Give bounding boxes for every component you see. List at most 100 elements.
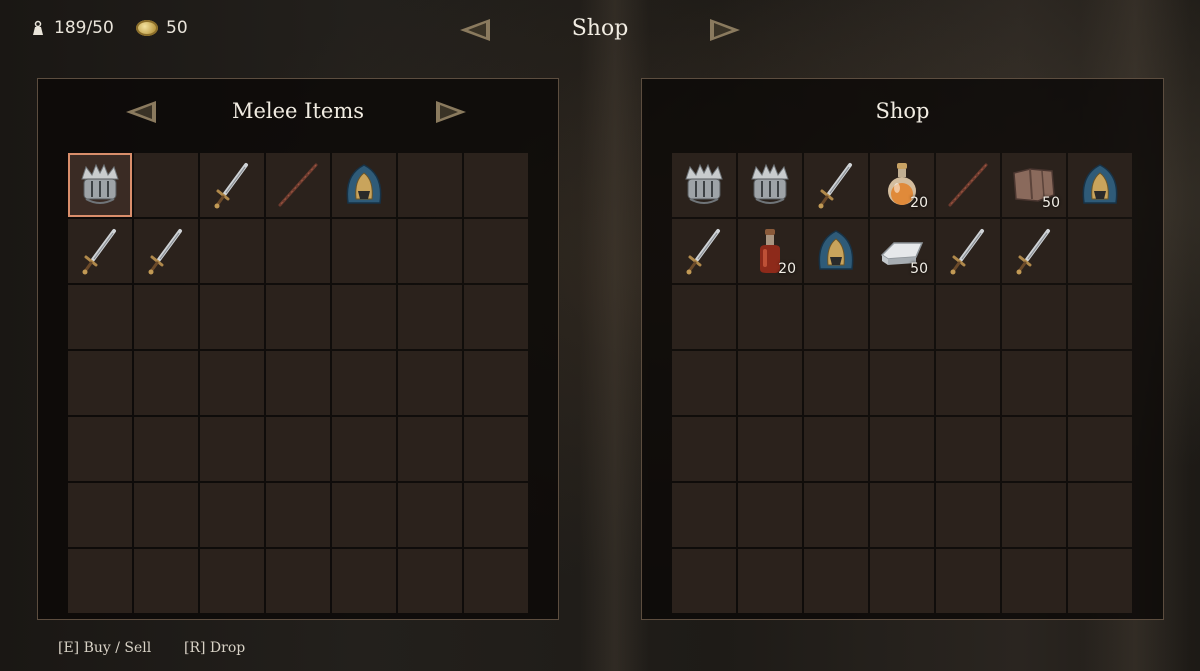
inventory-slot[interactable] bbox=[398, 483, 462, 547]
inventory-slot[interactable] bbox=[464, 351, 528, 415]
shop-slot[interactable] bbox=[1068, 153, 1132, 217]
inventory-slot[interactable] bbox=[464, 219, 528, 283]
shop-slot[interactable] bbox=[1068, 483, 1132, 547]
inventory-slot[interactable] bbox=[68, 219, 132, 283]
inventory-slot[interactable] bbox=[332, 219, 396, 283]
inventory-slot[interactable] bbox=[464, 417, 528, 481]
shop-slot[interactable] bbox=[672, 219, 736, 283]
inventory-slot[interactable] bbox=[200, 153, 264, 217]
shop-slot[interactable] bbox=[870, 285, 934, 349]
shop-slot[interactable] bbox=[738, 549, 802, 613]
inventory-slot[interactable] bbox=[266, 153, 330, 217]
inventory-slot[interactable] bbox=[68, 153, 132, 217]
inventory-slot[interactable] bbox=[200, 417, 264, 481]
inventory-slot[interactable] bbox=[398, 285, 462, 349]
shop-slot[interactable] bbox=[870, 483, 934, 547]
shop-slot[interactable] bbox=[738, 285, 802, 349]
inventory-slot[interactable] bbox=[200, 219, 264, 283]
shop-slot[interactable] bbox=[672, 417, 736, 481]
shop-slot[interactable] bbox=[936, 351, 1000, 415]
inventory-slot[interactable] bbox=[332, 285, 396, 349]
inventory-slot[interactable] bbox=[68, 549, 132, 613]
shop-slot[interactable]: 20 bbox=[738, 219, 802, 283]
inventory-slot[interactable] bbox=[332, 153, 396, 217]
inventory-slot[interactable] bbox=[332, 351, 396, 415]
shop-slot[interactable]: 20 bbox=[870, 153, 934, 217]
shop-slot[interactable] bbox=[1002, 417, 1066, 481]
inventory-slot[interactable] bbox=[332, 417, 396, 481]
inventory-slot[interactable] bbox=[68, 483, 132, 547]
inventory-slot[interactable] bbox=[398, 549, 462, 613]
shop-slot[interactable] bbox=[1002, 219, 1066, 283]
shop-slot[interactable] bbox=[672, 483, 736, 547]
inventory-slot[interactable] bbox=[68, 285, 132, 349]
shop-slot[interactable] bbox=[1068, 417, 1132, 481]
inventory-slot[interactable] bbox=[464, 549, 528, 613]
shop-slot[interactable] bbox=[804, 483, 868, 547]
inventory-slot[interactable] bbox=[332, 549, 396, 613]
inventory-slot[interactable] bbox=[68, 417, 132, 481]
shop-slot[interactable] bbox=[870, 351, 934, 415]
shop-slot[interactable] bbox=[738, 351, 802, 415]
shop-slot[interactable] bbox=[672, 285, 736, 349]
shop-slot[interactable] bbox=[1068, 549, 1132, 613]
inventory-slot[interactable] bbox=[134, 351, 198, 415]
shop-slot[interactable]: 50 bbox=[1002, 153, 1066, 217]
shop-slot[interactable] bbox=[804, 285, 868, 349]
shop-slot[interactable] bbox=[738, 153, 802, 217]
inventory-slot[interactable] bbox=[134, 483, 198, 547]
inventory-slot[interactable] bbox=[266, 219, 330, 283]
inventory-slot[interactable] bbox=[464, 285, 528, 349]
inventory-slot[interactable] bbox=[266, 549, 330, 613]
next-category-arrow-icon[interactable] bbox=[436, 101, 466, 123]
inventory-slot[interactable] bbox=[464, 153, 528, 217]
inventory-slot[interactable] bbox=[134, 153, 198, 217]
inventory-slot[interactable] bbox=[200, 351, 264, 415]
inventory-slot[interactable] bbox=[266, 285, 330, 349]
shop-slot[interactable] bbox=[804, 219, 868, 283]
inventory-slot[interactable] bbox=[398, 153, 462, 217]
inventory-slot[interactable] bbox=[398, 219, 462, 283]
shop-slot[interactable] bbox=[870, 417, 934, 481]
shop-slot[interactable] bbox=[870, 549, 934, 613]
inventory-slot[interactable] bbox=[398, 351, 462, 415]
shop-slot[interactable] bbox=[1002, 483, 1066, 547]
inventory-slot[interactable] bbox=[134, 219, 198, 283]
shop-slot[interactable] bbox=[1002, 549, 1066, 613]
shop-slot[interactable] bbox=[1068, 219, 1132, 283]
inventory-slot[interactable] bbox=[266, 351, 330, 415]
inventory-slot[interactable] bbox=[68, 351, 132, 415]
next-tab-arrow-icon[interactable] bbox=[710, 19, 740, 41]
inventory-slot[interactable] bbox=[398, 417, 462, 481]
shop-slot[interactable] bbox=[738, 483, 802, 547]
shop-slot[interactable] bbox=[1002, 351, 1066, 415]
shop-slot[interactable] bbox=[672, 351, 736, 415]
prev-tab-arrow-icon[interactable] bbox=[460, 19, 490, 41]
shop-slot[interactable] bbox=[936, 483, 1000, 547]
inventory-slot[interactable] bbox=[200, 483, 264, 547]
shop-slot[interactable] bbox=[1068, 351, 1132, 415]
shop-slot[interactable] bbox=[1068, 285, 1132, 349]
inventory-slot[interactable] bbox=[200, 549, 264, 613]
shop-slot[interactable] bbox=[936, 417, 1000, 481]
shop-slot[interactable] bbox=[804, 153, 868, 217]
inventory-slot[interactable] bbox=[266, 483, 330, 547]
inventory-slot[interactable] bbox=[134, 549, 198, 613]
shop-slot[interactable] bbox=[936, 219, 1000, 283]
shop-slot[interactable] bbox=[804, 549, 868, 613]
shop-slot[interactable] bbox=[936, 285, 1000, 349]
shop-slot[interactable] bbox=[804, 351, 868, 415]
shop-slot[interactable] bbox=[738, 417, 802, 481]
inventory-slot[interactable] bbox=[134, 417, 198, 481]
shop-slot[interactable] bbox=[672, 549, 736, 613]
shop-slot[interactable] bbox=[1002, 285, 1066, 349]
inventory-slot[interactable] bbox=[464, 483, 528, 547]
shop-slot[interactable] bbox=[804, 417, 868, 481]
shop-slot[interactable] bbox=[936, 549, 1000, 613]
inventory-slot[interactable] bbox=[134, 285, 198, 349]
inventory-slot[interactable] bbox=[332, 483, 396, 547]
shop-slot[interactable] bbox=[936, 153, 1000, 217]
inventory-slot[interactable] bbox=[200, 285, 264, 349]
shop-slot[interactable]: 50 bbox=[870, 219, 934, 283]
shop-slot[interactable] bbox=[672, 153, 736, 217]
